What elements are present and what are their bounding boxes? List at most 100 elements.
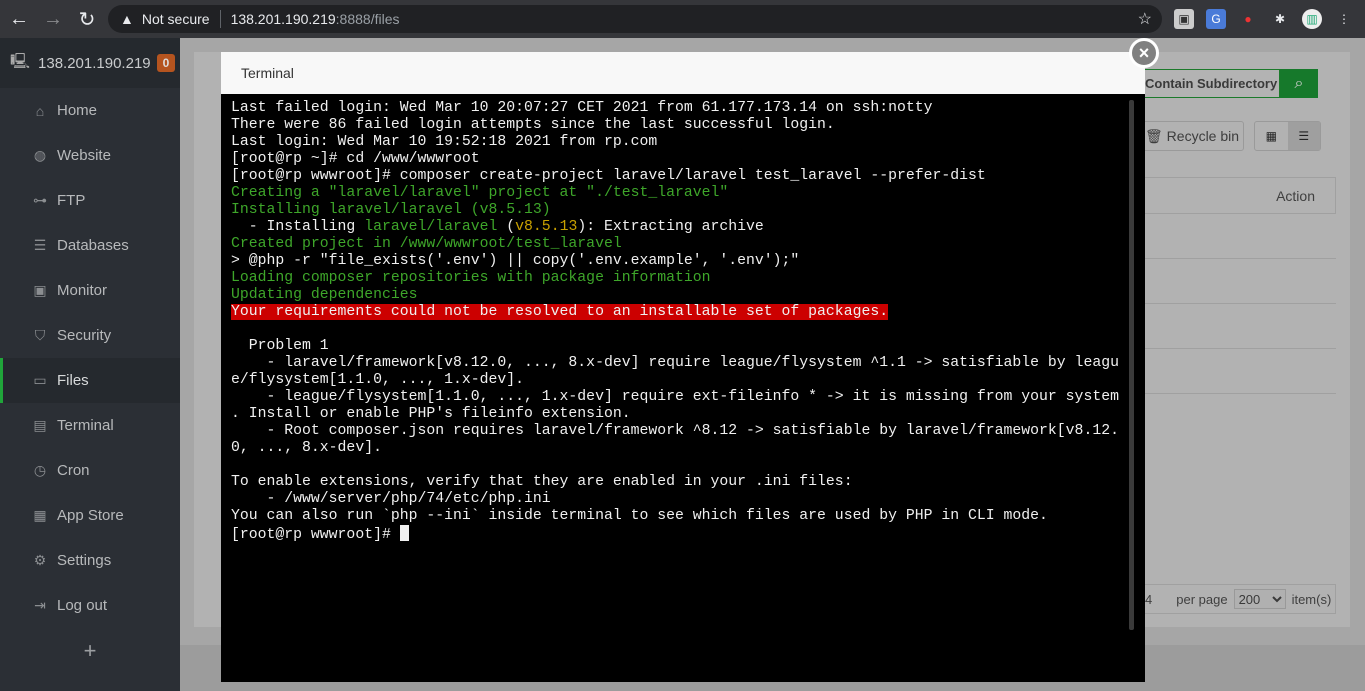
server-ip: 138.201.190.219 (38, 54, 151, 72)
terminal-text: - /www/server/php/74/etc/php.ini (231, 491, 551, 507)
terminal-line: To enable extensions, verify that they a… (231, 474, 1131, 491)
terminal-line: - Root composer.json requires laravel/fr… (231, 423, 1131, 440)
terminal-line: Updating dependencies (231, 287, 1131, 304)
terminal-text: - league/flysystem[1.1.0, ..., 1.x-dev] … (231, 389, 1119, 405)
globe-icon: ◍ (33, 147, 47, 163)
table-row[interactable] (1140, 349, 1336, 394)
sidebar: 🖳 138.201.190.219 0 ⌂ Home ◍ Website ⊶ FTP ☰ Da… (0, 38, 180, 691)
recycle-bin-label: Recycle bin (1166, 128, 1240, 144)
avatar[interactable]: ▥ (1302, 9, 1322, 29)
add-icon[interactable]: + (0, 628, 180, 673)
reload-icon[interactable]: ↻ (72, 4, 102, 34)
terminal-text: - laravel/framework[v8.12.0, ..., 8.x-de… (231, 355, 1119, 371)
record-icon[interactable]: ● (1238, 9, 1258, 29)
sidebar-item-label: FTP (57, 192, 86, 209)
terminal-text: - Root composer.json requires laravel/fr… (231, 423, 1119, 439)
table-row[interactable] (1140, 214, 1336, 259)
terminal-line: Last login: Wed Mar 10 19:52:18 2021 fro… (231, 134, 1131, 151)
sidebar-item-databases[interactable]: ☰ Databases (0, 223, 180, 268)
sidebar-item-label: Monitor (57, 282, 108, 299)
terminal-line: Last failed login: Wed Mar 10 20:07:27 C… (231, 100, 1131, 117)
sidebar-item-settings[interactable]: ⚙ Settings (0, 538, 180, 583)
sidebar-item-label: Log out (57, 597, 108, 614)
notification-badge[interactable]: 0 (156, 54, 176, 72)
sidebar-item-ftp[interactable]: ⊶ FTP (0, 178, 180, 223)
list-view-icon[interactable]: ☰ (1287, 122, 1320, 150)
table-row[interactable] (1140, 259, 1336, 304)
sidebar-item-label: App Store (57, 507, 124, 524)
terminal-text: ( (497, 219, 516, 235)
address-bar[interactable]: ▲ Not secure 138.201.190.219:8888/files … (108, 5, 1162, 33)
menu-icon[interactable]: ⋮ (1334, 9, 1354, 29)
items-label: item(s) (1291, 591, 1332, 607)
sidebar-item-terminal[interactable]: ▤ Terminal (0, 403, 180, 448)
terminal-text: [root@rp wwwroot]# composer create-proje… (231, 168, 986, 184)
sidebar-item-label: Settings (57, 552, 112, 569)
grid-view-icon[interactable]: ▦ (1255, 122, 1288, 150)
terminal-line: > @php -r "file_exists('.env') || copy('… (231, 253, 1131, 270)
forward-icon[interactable]: → (38, 4, 68, 34)
search-icon[interactable]: ⌕ (1280, 69, 1318, 98)
logout-icon: ⇥ (34, 597, 46, 613)
trash-icon: 🗑 (1145, 128, 1163, 144)
terminal-text: v8.5.13 (515, 219, 578, 235)
sidebar-item-label: Terminal (57, 417, 114, 434)
table-row[interactable] (1140, 304, 1336, 349)
terminal-line: Loading composer repositories with packa… (231, 270, 1131, 287)
puzzle-icon[interactable]: ✱ (1270, 9, 1290, 29)
terminal-text: Last failed login: Wed Mar 10 20:07:27 C… (231, 100, 933, 116)
terminal-text: [root@rp ~]# cd /www/wwwroot (231, 151, 480, 167)
terminal-text: Updating dependencies (231, 287, 418, 303)
bookmark-star-icon[interactable]: ☆ (1138, 9, 1152, 29)
per-page-select[interactable]: 200 (1233, 589, 1286, 609)
sidebar-item-label: Website (57, 147, 111, 164)
sidebar-item-label: Databases (57, 237, 129, 254)
terminal-line: You can also run `php --ini` inside term… (231, 508, 1131, 525)
recycle-bin-button[interactable]: 🗑 Recycle bin (1130, 121, 1244, 151)
terminal-line: There were 86 failed login attempts sinc… (231, 117, 1131, 134)
sidebar-item-files[interactable]: ▭ Files (0, 358, 180, 403)
server-header: 🖳 138.201.190.219 0 (0, 38, 180, 88)
sidebar-item-label: Files (57, 372, 89, 389)
scrollbar[interactable] (1129, 100, 1134, 630)
sidebar-item-label: Security (57, 327, 112, 344)
terminal-line: Creating a "laravel/laravel" project at … (231, 185, 1131, 202)
per-page-label: per page (1176, 591, 1228, 607)
page-number[interactable]: 4 (1145, 592, 1152, 607)
terminal-line: Your requirements could not be resolved … (231, 304, 1131, 321)
sidebar-item-monitor[interactable]: ▣ Monitor (0, 268, 180, 313)
sidebar-item-app-store[interactable]: ▦ App Store (0, 493, 180, 538)
url-path: :8888/files (335, 11, 400, 27)
url-host: 138.201.190.219 (230, 11, 336, 27)
terminal-line: - /www/server/php/74/etc/php.ini (231, 491, 1131, 508)
sidebar-item-log-out[interactable]: ⇥ Log out (0, 583, 180, 628)
pagination: 4 per page 200 item(s) (1140, 584, 1336, 614)
ftp-icon: ⊶ (33, 192, 47, 208)
sidebar-item-security[interactable]: ⛉ Security (0, 313, 180, 358)
terminal-text: Created project in /www/wwwroot/test_lar… (231, 236, 622, 252)
sidebar-item-cron[interactable]: ◷ Cron (0, 448, 180, 493)
terminal-line: - laravel/framework[v8.12.0, ..., 8.x-de… (231, 355, 1131, 372)
terminal-line: . Install or enable PHP's fileinfo exten… (231, 406, 1131, 423)
terminal-text: . Install or enable PHP's fileinfo exten… (231, 406, 631, 422)
terminal-line: - league/flysystem[1.1.0, ..., 1.x-dev] … (231, 389, 1131, 406)
sidebar-item-website[interactable]: ◍ Website (0, 133, 180, 178)
search-subdirectory-option[interactable]: Contain Subdirectory (1130, 69, 1280, 98)
back-icon[interactable]: ← (4, 4, 34, 34)
terminal-modal: Terminal Last failed login: Wed Mar 10 2… (221, 52, 1145, 682)
terminal-line: Problem 1 (231, 338, 1131, 355)
terminal-text: You can also run `php --ini` inside term… (231, 508, 1048, 524)
terminal-text: e/flysystem[1.1.0, ..., 1.x-dev]. (231, 372, 525, 388)
shield-icon: ⛉ (34, 327, 46, 343)
close-icon[interactable]: × (1129, 38, 1159, 68)
modal-title: Terminal (221, 52, 1145, 94)
gear-icon: ⚙ (33, 552, 47, 568)
view-toggle: ▦ ☰ (1254, 121, 1321, 151)
extension-icon[interactable]: ▣ (1174, 9, 1194, 29)
translate-icon[interactable]: G (1206, 9, 1226, 29)
database-icon: ☰ (33, 237, 47, 253)
sidebar-item-home[interactable]: ⌂ Home (0, 88, 180, 133)
browser-toolbar: ← → ↻ ▲ Not secure 138.201.190.219:8888/… (0, 0, 1365, 38)
terminal-output[interactable]: Last failed login: Wed Mar 10 20:07:27 C… (231, 100, 1131, 543)
terminal-line: [root@rp wwwroot]# (231, 525, 1131, 543)
